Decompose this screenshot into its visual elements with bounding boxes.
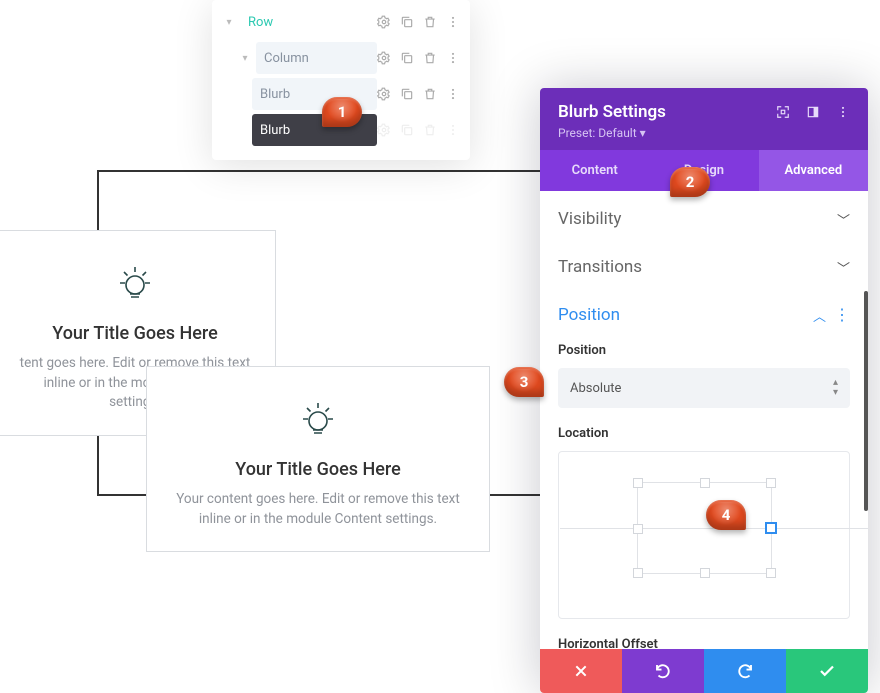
location-field: Location <box>540 422 868 633</box>
more-icon[interactable] <box>836 105 850 119</box>
hoffset-label: Horizontal Offset <box>558 637 850 649</box>
position-value: Absolute <box>570 381 621 396</box>
settings-footer <box>540 649 868 693</box>
gear-icon[interactable] <box>377 87 391 101</box>
more-icon[interactable] <box>446 123 460 137</box>
blurb-module-b[interactable]: Your Title Goes Here Your content goes h… <box>146 366 490 552</box>
settings-body: Visibility ﹀ Transitions ﹀ Position ︿ ⋮ … <box>540 191 868 649</box>
accordion-label: Transitions <box>558 257 642 277</box>
callout-1: 1 <box>322 97 362 127</box>
location-anchor-mr[interactable] <box>765 522 777 534</box>
scrollbar[interactable] <box>864 291 868 511</box>
callout-3: 3 <box>504 367 544 397</box>
settings-title: Blurb Settings <box>558 102 666 122</box>
layer-label: Row <box>240 6 377 38</box>
trash-icon[interactable] <box>423 123 437 137</box>
location-anchor-tl[interactable] <box>633 478 643 488</box>
blurb-text: Your content goes here. Edit or remove t… <box>169 490 467 529</box>
collapse-icon[interactable]: ▾ <box>238 53 252 64</box>
chevron-up-icon: ︿ <box>813 306 826 325</box>
callout-4: 4 <box>706 500 746 530</box>
tab-advanced[interactable]: Advanced <box>759 150 868 191</box>
position-field: Position Absolute ▴▾ <box>540 339 868 422</box>
preset-dropdown[interactable]: Preset: Default ▾ <box>558 126 850 140</box>
blurb-title: Your Title Goes Here <box>17 323 253 344</box>
duplicate-icon[interactable] <box>400 87 414 101</box>
location-anchor-ml[interactable] <box>633 524 643 534</box>
undo-button[interactable] <box>622 649 704 693</box>
trash-icon[interactable] <box>423 87 437 101</box>
duplicate-icon[interactable] <box>400 15 414 29</box>
location-anchor-tc[interactable] <box>700 478 710 488</box>
trash-icon[interactable] <box>423 51 437 65</box>
tab-content[interactable]: Content <box>540 150 649 191</box>
location-anchor-bc[interactable] <box>700 568 710 578</box>
chevron-down-icon: ﹀ <box>837 210 850 229</box>
location-anchor-br[interactable] <box>766 568 776 578</box>
discard-button[interactable] <box>540 649 622 693</box>
more-icon[interactable] <box>446 87 460 101</box>
layer-label: Column <box>256 42 377 74</box>
duplicate-icon[interactable] <box>400 51 414 65</box>
location-anchor-tr[interactable] <box>766 478 776 488</box>
chevron-down-icon: ﹀ <box>837 258 850 277</box>
settings-header: Blurb Settings Preset: Default ▾ <box>540 88 868 150</box>
accordion-position[interactable]: Position ︿ ⋮ <box>540 291 868 339</box>
gear-icon[interactable] <box>377 123 391 137</box>
layer-row-row[interactable]: ▾ Row <box>222 6 460 38</box>
gear-icon[interactable] <box>377 51 391 65</box>
blurb-title: Your Title Goes Here <box>169 459 467 480</box>
snap-icon[interactable] <box>806 105 820 119</box>
more-icon[interactable] <box>446 51 460 65</box>
redo-button[interactable] <box>704 649 786 693</box>
position-select[interactable]: Absolute ▴▾ <box>558 368 850 408</box>
expand-icon[interactable] <box>776 105 790 119</box>
callout-2: 2 <box>670 167 710 197</box>
accordion-label: Visibility <box>558 209 621 229</box>
hoffset-field: Horizontal Offset <box>540 633 868 649</box>
layer-row-column[interactable]: ▾ Column <box>222 42 460 74</box>
layers-panel: ▾ Row ▾ Column Blurb Blurb <box>212 0 470 160</box>
gear-icon[interactable] <box>377 15 391 29</box>
location-picker[interactable] <box>558 451 850 619</box>
accordion-label: Position <box>558 305 620 325</box>
location-anchor-bl[interactable] <box>633 568 643 578</box>
save-button[interactable] <box>786 649 868 693</box>
bulb-icon <box>17 261 253 305</box>
accordion-visibility[interactable]: Visibility ﹀ <box>540 195 868 243</box>
collapse-icon[interactable]: ▾ <box>222 17 236 28</box>
duplicate-icon[interactable] <box>400 123 414 137</box>
accordion-transitions[interactable]: Transitions ﹀ <box>540 243 868 291</box>
select-caret-icon: ▴▾ <box>833 378 838 398</box>
bulb-icon <box>169 397 467 441</box>
position-label: Position <box>558 343 850 358</box>
location-label: Location <box>558 426 850 441</box>
trash-icon[interactable] <box>423 15 437 29</box>
more-icon[interactable] <box>446 15 460 29</box>
